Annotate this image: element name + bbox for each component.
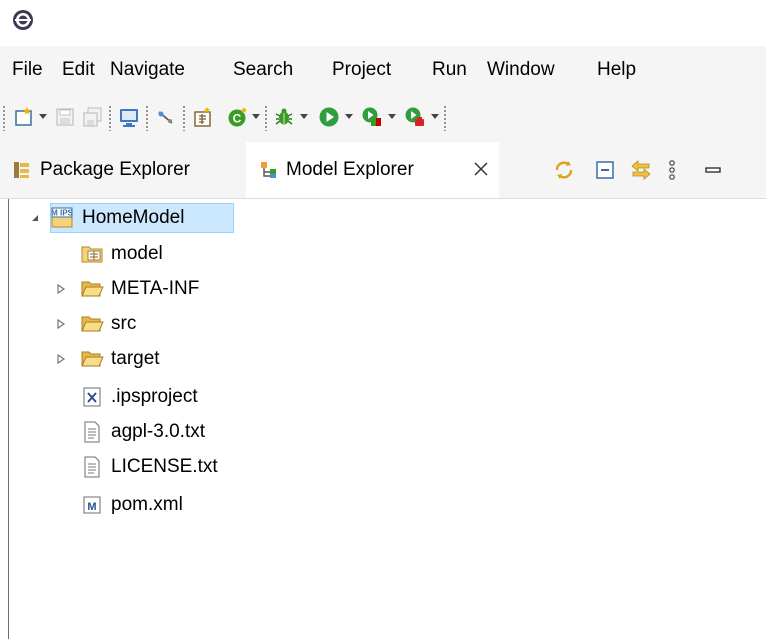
chevron-down-icon[interactable]	[430, 113, 440, 121]
save-icon[interactable]	[54, 106, 76, 128]
debug-icon[interactable]	[273, 106, 295, 128]
tab-label-model-explorer: Model Explorer	[286, 159, 414, 180]
folder-icon	[80, 347, 104, 371]
menu-project[interactable]: Project	[332, 59, 391, 81]
maven-file-icon: M	[80, 493, 104, 517]
link-with-editor-icon[interactable]	[553, 158, 575, 182]
tree-label: HomeModel	[82, 207, 185, 228]
new-icon[interactable]	[13, 106, 35, 128]
main-toolbar: C	[0, 92, 766, 142]
tree-item-meta-inf[interactable]: META-INF	[56, 274, 256, 304]
tree-item-target[interactable]: target	[56, 344, 216, 374]
tree-label: pom.xml	[111, 494, 183, 515]
view-menu-icon[interactable]	[666, 158, 678, 182]
chevron-down-icon[interactable]	[299, 113, 309, 121]
new-ips-project-icon[interactable]	[192, 106, 214, 128]
tree-item-pom-xml[interactable]: M pom.xml	[80, 490, 260, 520]
toolbar-separator	[444, 105, 446, 131]
collapsed-arrow-icon[interactable]	[56, 284, 66, 294]
menu-search[interactable]: Search	[233, 59, 293, 81]
toolbar-separator	[146, 105, 148, 131]
panel-border	[8, 199, 9, 639]
tree-label: src	[111, 313, 137, 334]
menu-run[interactable]: Run	[432, 59, 467, 81]
tree-label: target	[111, 348, 160, 369]
menu-help[interactable]: Help	[597, 59, 636, 81]
folder-icon	[80, 312, 104, 336]
toolbar-separator	[3, 105, 5, 131]
menu-navigate[interactable]: Navigate	[110, 59, 185, 81]
x-file-icon	[80, 385, 104, 409]
text-file-icon	[80, 420, 104, 444]
svg-text:M IPS: M IPS	[51, 209, 73, 218]
tree-item-agpl-txt[interactable]: agpl-3.0.txt	[80, 417, 260, 447]
toolbar-separator	[109, 105, 111, 131]
external-tools-icon[interactable]	[404, 106, 426, 128]
folder-icon	[80, 277, 104, 301]
run-icon[interactable]	[318, 106, 340, 128]
tab-model-explorer[interactable]: Model Explorer	[246, 142, 499, 198]
tree-label: agpl-3.0.txt	[111, 421, 205, 442]
collapsed-arrow-icon[interactable]	[56, 354, 66, 364]
tab-label-package-explorer: Package Explorer	[40, 159, 190, 180]
filter-arrows-icon[interactable]	[630, 158, 652, 182]
view-tab-bar: Package Explorer Model Explorer	[0, 142, 766, 199]
menu-edit[interactable]: Edit	[62, 59, 95, 81]
tree-label: LICENSE.txt	[111, 456, 218, 477]
tree-item-homemodel[interactable]: M IPS HomeModel	[30, 203, 240, 233]
model-folder-icon	[80, 242, 104, 266]
toolbar-separator	[183, 105, 185, 131]
tree-label: model	[111, 243, 163, 264]
tree-item-ipsproject[interactable]: .ipsproject	[80, 382, 260, 412]
chevron-down-icon[interactable]	[387, 113, 397, 121]
chevron-down-icon[interactable]	[38, 113, 48, 121]
svg-text:C: C	[233, 112, 242, 126]
toolbar-separator	[265, 105, 267, 131]
tab-package-explorer[interactable]: Package Explorer	[0, 142, 246, 198]
expanded-arrow-icon[interactable]	[30, 213, 40, 223]
model-explorer-icon	[259, 160, 279, 180]
coverage-icon[interactable]	[361, 106, 383, 128]
tree-label: META-INF	[111, 278, 200, 299]
tree-item-license-txt[interactable]: LICENSE.txt	[80, 452, 260, 482]
menu-file[interactable]: File	[12, 59, 43, 81]
save-all-icon[interactable]	[82, 106, 104, 128]
tree-label: .ipsproject	[111, 386, 198, 407]
menu-bar: File Edit Navigate Search Project Run Wi…	[0, 46, 766, 92]
title-bar	[0, 0, 766, 46]
svg-text:M: M	[87, 501, 96, 513]
eclipse-icon[interactable]	[12, 9, 34, 31]
ips-project-icon: M IPS	[50, 206, 74, 230]
collapsed-arrow-icon[interactable]	[56, 319, 66, 329]
tree-item-src[interactable]: src	[56, 309, 176, 339]
chevron-down-icon[interactable]	[344, 113, 354, 121]
minimize-icon[interactable]	[704, 158, 722, 182]
chevron-down-icon[interactable]	[251, 113, 261, 121]
link-icon[interactable]	[155, 106, 177, 128]
close-icon[interactable]	[472, 160, 490, 178]
new-class-icon[interactable]: C	[227, 106, 249, 128]
terminal-icon[interactable]	[118, 106, 140, 128]
tree-item-model[interactable]: model	[80, 239, 240, 269]
package-explorer-icon	[12, 160, 32, 180]
collapse-all-icon[interactable]	[594, 158, 616, 182]
menu-window[interactable]: Window	[487, 59, 555, 81]
text-file-icon	[80, 455, 104, 479]
